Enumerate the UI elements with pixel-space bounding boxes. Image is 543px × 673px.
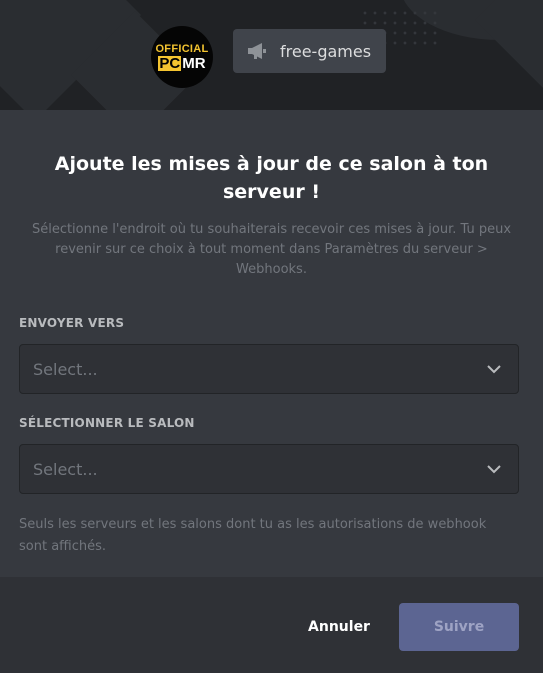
avatar-text-mr: MR (182, 54, 206, 72)
channel-pill: free-games (233, 29, 386, 73)
modal-subtitle: Sélectionne l'endroit où tu souhaiterais… (31, 222, 512, 277)
permissions-note: Seuls les serveurs et les salons dont tu… (19, 517, 487, 554)
send-to-select[interactable]: Select... (19, 344, 519, 394)
channel-select[interactable]: Select... (19, 444, 519, 494)
modal-title: Ajoute les mises à jour de ce salon à to… (54, 153, 489, 203)
chevron-down-icon (486, 464, 502, 474)
chevron-down-icon (486, 364, 502, 374)
megaphone-icon (247, 42, 269, 60)
follow-button[interactable]: Suivre (399, 603, 519, 651)
header-banner: OFFICIAL PC MR free-games (0, 0, 543, 110)
channel-select-placeholder: Select... (33, 459, 98, 479)
send-to-label: ENVOYER VERS (19, 316, 125, 330)
send-to-placeholder: Select... (33, 359, 98, 379)
modal-footer: Annuler Suivre (0, 577, 543, 673)
server-avatar: OFFICIAL PC MR (151, 26, 213, 88)
avatar-text-pcmr: PC MR (158, 54, 206, 72)
channel-select-label: SÉLECTIONNER LE SALON (19, 416, 195, 430)
channel-name: free-games (280, 41, 372, 61)
avatar-text-pc: PC (158, 54, 182, 72)
follow-channel-modal: Ajoute les mises à jour de ce salon à to… (0, 110, 543, 577)
background-decoration (475, 0, 543, 105)
avatar-text-official: OFFICIAL (155, 42, 209, 55)
cancel-button[interactable]: Annuler (295, 603, 383, 651)
